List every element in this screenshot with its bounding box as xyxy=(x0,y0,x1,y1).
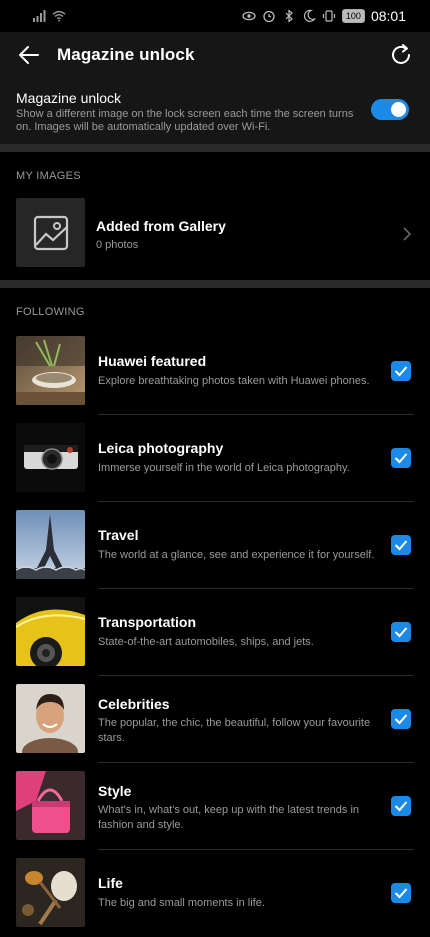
list-item-leica-photography[interactable]: Leica photography Immerse yourself in th… xyxy=(0,415,430,502)
list-item-style[interactable]: Style What's in, what's out, keep up wit… xyxy=(0,763,430,850)
item-description: The big and small moments in life. xyxy=(98,897,265,909)
list-item-huawei-featured[interactable]: Huawei featured Explore breathtaking pho… xyxy=(0,328,430,415)
bowl-photo-icon xyxy=(16,336,85,405)
list-item-travel[interactable]: Travel The world at a glance, see and ex… xyxy=(0,502,430,589)
refresh-icon[interactable] xyxy=(388,42,414,68)
status-right: 100 08:01 xyxy=(242,8,406,24)
spoons-photo-icon xyxy=(16,858,85,927)
life-checkbox[interactable] xyxy=(391,883,411,903)
setting-title: Magazine unlock xyxy=(16,90,122,106)
checkmark-icon xyxy=(394,888,408,899)
style-thumbnail xyxy=(16,771,85,840)
status-time: 08:01 xyxy=(370,8,406,24)
status-left xyxy=(32,9,66,23)
checkmark-icon xyxy=(394,801,408,812)
my-images-header: MY IMAGES xyxy=(16,170,81,182)
handbag-photo-icon xyxy=(16,771,85,840)
portrait-photo-icon xyxy=(16,684,85,753)
style-checkbox[interactable] xyxy=(391,796,411,816)
gallery-count: 0 photos xyxy=(96,239,139,251)
wifi-icon xyxy=(52,10,66,22)
item-title: Huawei featured xyxy=(98,353,207,369)
item-description: State-of-the-art automobiles, ships, and… xyxy=(98,636,314,648)
huawei-featured-thumbnail xyxy=(16,336,85,405)
image-placeholder-icon xyxy=(33,215,69,251)
item-title: Celebrities xyxy=(98,696,170,712)
item-description: Immerse yourself in the world of Leica p… xyxy=(98,462,350,474)
section-divider xyxy=(0,144,430,152)
item-description: Explore breathtaking photos taken with H… xyxy=(98,375,370,387)
transportation-checkbox[interactable] xyxy=(391,622,411,642)
back-arrow-icon[interactable] xyxy=(16,42,42,68)
leica-photography-checkbox[interactable] xyxy=(391,448,411,468)
section-divider xyxy=(0,280,430,288)
camera-photo-icon xyxy=(16,423,85,492)
item-description: The world at a glance, see and experienc… xyxy=(98,549,375,561)
item-title: Leica photography xyxy=(98,440,224,456)
huawei-featured-checkbox[interactable] xyxy=(391,361,411,381)
checkmark-icon xyxy=(394,627,408,638)
battery-indicator: 100 xyxy=(341,9,365,23)
list-item-transportation[interactable]: Transportation State-of-the-art automobi… xyxy=(0,589,430,676)
checkmark-icon xyxy=(394,540,408,551)
travel-checkbox[interactable] xyxy=(391,535,411,555)
page-title: Magazine unlock xyxy=(57,45,195,64)
leica-photography-thumbnail xyxy=(16,423,85,492)
signal-icon xyxy=(33,10,46,22)
eye-comfort-icon xyxy=(242,11,256,21)
do-not-disturb-icon xyxy=(303,9,316,22)
item-title: Life xyxy=(98,875,123,891)
list-item-life[interactable]: Life The big and small moments in life. xyxy=(0,850,430,937)
celebrities-checkbox[interactable] xyxy=(391,709,411,729)
item-title: Travel xyxy=(98,527,139,543)
celebrities-thumbnail xyxy=(16,684,85,753)
app-bar: Magazine unlock xyxy=(0,32,430,78)
chevron-right-icon xyxy=(403,227,412,241)
status-bar: 100 08:01 xyxy=(0,0,430,32)
transportation-thumbnail xyxy=(16,597,85,666)
gallery-title: Added from Gallery xyxy=(96,218,226,234)
checkmark-icon xyxy=(394,453,408,464)
travel-thumbnail xyxy=(16,510,85,579)
gallery-row[interactable]: Added from Gallery 0 photos xyxy=(0,196,430,278)
item-description: The popular, the chic, the beautiful, fo… xyxy=(98,717,371,744)
setting-description: Show a different image on the lock scree… xyxy=(16,108,354,133)
checkmark-icon xyxy=(394,366,408,377)
following-header: FOLLOWING xyxy=(16,306,85,318)
vibrate-icon xyxy=(322,10,336,22)
switch-knob xyxy=(391,102,406,117)
gallery-thumbnail xyxy=(16,198,85,267)
item-description: What's in, what's out, keep up with the … xyxy=(98,804,360,831)
life-thumbnail xyxy=(16,858,85,927)
eiffel-tower-photo-icon xyxy=(16,510,85,579)
magazine-unlock-setting[interactable]: Magazine unlock Show a different image o… xyxy=(0,78,430,144)
checkmark-icon xyxy=(394,714,408,725)
car-photo-icon xyxy=(16,597,85,666)
magazine-unlock-switch[interactable] xyxy=(371,99,409,120)
item-title: Style xyxy=(98,783,132,799)
bluetooth-icon xyxy=(285,9,293,23)
list-item-celebrities[interactable]: Celebrities The popular, the chic, the b… xyxy=(0,676,430,763)
alarm-icon xyxy=(263,10,275,23)
item-title: Transportation xyxy=(98,614,197,630)
